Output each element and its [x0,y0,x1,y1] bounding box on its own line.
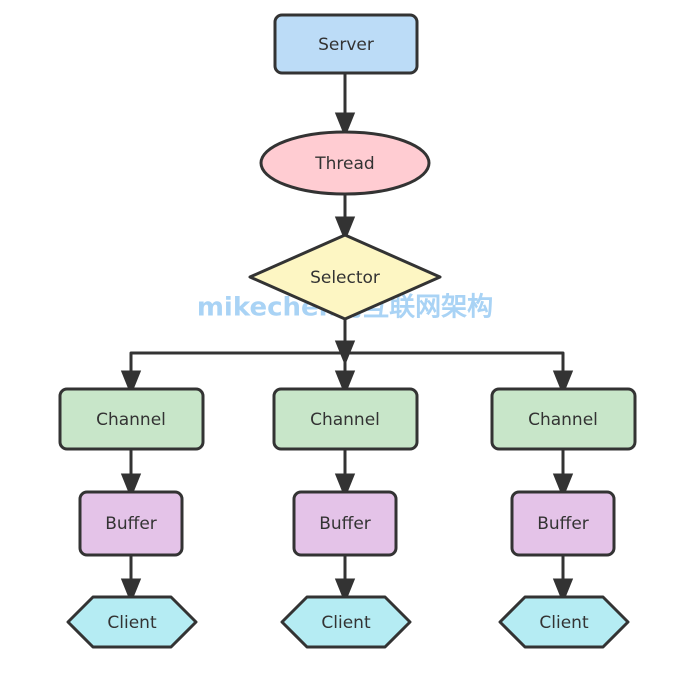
client-1-label: Client [107,613,157,633]
buffer-2-label: Buffer [319,514,371,534]
node-thread[interactable]: Thread [259,130,431,196]
node-buffer-2[interactable]: Buffer [292,490,398,557]
buffer-1-label: Buffer [105,514,157,534]
client-2-label: Client [321,613,371,633]
channel-1-label: Channel [96,410,166,430]
selector-label: Selector [310,268,380,288]
node-client-2[interactable]: Client [280,595,412,649]
node-channel-2[interactable]: Channel [272,387,419,451]
edge-bus-channel-1 [120,351,345,396]
node-server[interactable]: Server [273,13,419,75]
diagram-canvas: mikechen的互联网架构 ServerThreadSelectorChann… [0,0,686,683]
node-channel-1[interactable]: Channel [58,387,205,451]
node-channel-3[interactable]: Channel [490,387,637,451]
node-client-1[interactable]: Client [66,595,198,649]
flowchart-svg: mikechen的互联网架构 ServerThreadSelectorChann… [58,13,637,649]
node-client-3[interactable]: Client [498,595,630,649]
buffer-3-label: Buffer [537,514,589,534]
thread-label: Thread [314,154,374,174]
server-label: Server [318,35,374,55]
node-buffer-1[interactable]: Buffer [78,490,184,557]
channel-3-label: Channel [528,410,598,430]
client-3-label: Client [539,613,589,633]
node-buffer-3[interactable]: Buffer [510,490,616,557]
nodes-layer: Server Thread Selector Channel Channel Channe… [58,13,637,649]
channel-2-label: Channel [310,410,380,430]
edge-bus-channel-3 [345,351,574,396]
